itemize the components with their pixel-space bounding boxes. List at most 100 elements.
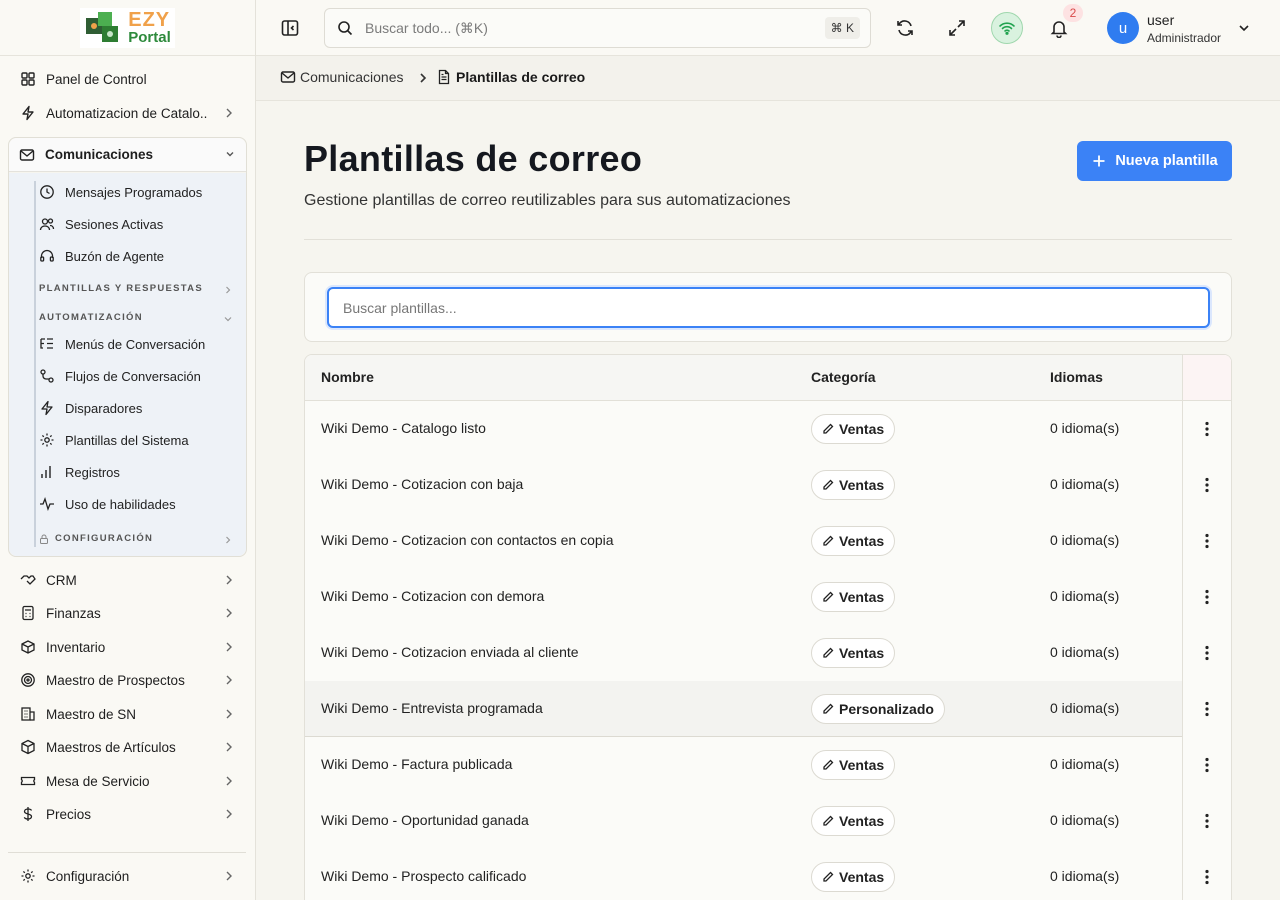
- sidebar-item-label: Uso de habilidades: [65, 496, 176, 512]
- global-search-input[interactable]: Buscar todo... (⌘K) ⌘ K: [324, 8, 871, 48]
- row-actions-button[interactable]: [1197, 475, 1217, 495]
- sidebar-item-label: Disparadores: [65, 400, 143, 416]
- column-header-categoria[interactable]: Categoría: [811, 369, 876, 385]
- table-row[interactable]: Wiki Demo - Factura publicada Ventas 0 idi…: [305, 737, 1182, 793]
- category-label: Ventas: [839, 645, 885, 661]
- sidebar-item-label: Panel de Control: [46, 71, 147, 87]
- sidebar-item-label: Maestro de Prospectos: [46, 672, 185, 688]
- sidebar-item-plantillas-del-sistema[interactable]: Plantillas del Sistema: [39, 426, 189, 454]
- section-plantillas-y-respuestas[interactable]: PLANTILLAS Y RESPUESTAS: [39, 283, 203, 294]
- sidebar-item-label: Maestro de SN: [46, 706, 137, 722]
- sidebar-item-label: Plantillas del Sistema: [65, 432, 189, 448]
- new-template-button[interactable]: Nueva plantilla: [1077, 141, 1232, 181]
- cube-icon: [20, 739, 36, 755]
- breadcrumb-label: Comunicaciones: [300, 69, 404, 85]
- section-configuracion[interactable]: CONFIGURACIÓN: [55, 533, 153, 544]
- table-row[interactable]: Wiki Demo - Entrevista programada Persona…: [305, 681, 1182, 737]
- chevron-right-icon: [222, 284, 234, 296]
- fullscreen-button[interactable]: [941, 12, 973, 44]
- users-icon: [39, 216, 55, 232]
- sidebar-item-crm[interactable]: CRM: [8, 565, 246, 595]
- template-name[interactable]: Wiki Demo - Entrevista programada: [321, 700, 543, 716]
- sidebar-group-header[interactable]: Comunicaciones: [9, 138, 246, 172]
- refresh-icon: [895, 18, 915, 38]
- languages-count: 0 idioma(s): [1050, 644, 1120, 660]
- gear-icon: [20, 868, 36, 884]
- sidebar-item-mesa-de-servicio[interactable]: Mesa de Servicio: [8, 766, 246, 796]
- template-search-input[interactable]: Buscar plantillas...: [327, 287, 1210, 328]
- sidebar-item-uso-de-habilidades[interactable]: Uso de habilidades: [39, 490, 176, 518]
- sidebar-item-label: Precios: [46, 806, 92, 822]
- chevron-down-icon[interactable]: [1236, 20, 1252, 36]
- section-automatizacion[interactable]: AUTOMATIZACIÓN: [39, 312, 143, 323]
- row-actions-button[interactable]: [1197, 643, 1217, 663]
- logo[interactable]: EZY Portal: [0, 0, 255, 56]
- row-actions-button[interactable]: [1197, 867, 1217, 887]
- column-header-nombre[interactable]: Nombre: [321, 369, 374, 385]
- toggle-sidebar-button[interactable]: [274, 12, 306, 44]
- sidebar-item-flujos-de-conversacion[interactable]: Flujos de Conversación: [39, 362, 201, 390]
- row-actions-button[interactable]: [1197, 811, 1217, 831]
- more-vertical-icon: [1205, 869, 1209, 885]
- template-name[interactable]: Wiki Demo - Cotizacion con contactos en …: [321, 532, 614, 548]
- sidebar-item-sesiones-activas[interactable]: Sesiones Activas: [39, 210, 163, 238]
- user-name[interactable]: user: [1147, 12, 1174, 28]
- sidebar-item-automatizacion[interactable]: Automatizacion de Catalo..: [8, 98, 246, 128]
- table-row[interactable]: Wiki Demo - Catalogo listo Ventas 0 idioma…: [305, 401, 1182, 457]
- template-name[interactable]: Wiki Demo - Cotizacion enviada al client…: [321, 644, 579, 660]
- sidebar-item-maestro-de-prospectos[interactable]: Maestro de Prospectos: [8, 665, 246, 695]
- notification-badge: 2: [1063, 4, 1083, 22]
- sidebar-item-maestros-de-articulos[interactable]: Maestros de Artículos: [8, 732, 246, 762]
- avatar[interactable]: u: [1107, 12, 1139, 44]
- connection-status-button[interactable]: [991, 12, 1023, 44]
- row-actions-button[interactable]: [1197, 587, 1217, 607]
- template-name[interactable]: Wiki Demo - Oportunidad ganada: [321, 812, 529, 828]
- category-label: Ventas: [839, 589, 885, 605]
- table-row[interactable]: Wiki Demo - Prospecto calificado Ventas 0 …: [305, 849, 1182, 900]
- building-icon: [20, 706, 36, 722]
- box-icon: [20, 639, 36, 655]
- sidebar-toggle-icon: [280, 18, 300, 38]
- template-name[interactable]: Wiki Demo - Cotizacion con demora: [321, 588, 544, 604]
- category-badge: Personalizado: [811, 694, 945, 724]
- sidebar-item-configuracion[interactable]: Configuración: [8, 861, 246, 891]
- row-actions-button[interactable]: [1197, 419, 1217, 439]
- chevron-right-icon: [222, 640, 236, 654]
- row-actions-button[interactable]: [1197, 531, 1217, 551]
- chevron-right-icon: [222, 673, 236, 687]
- row-actions-button[interactable]: [1197, 755, 1217, 775]
- template-name[interactable]: Wiki Demo - Cotizacion con baja: [321, 476, 523, 492]
- template-name[interactable]: Wiki Demo - Factura publicada: [321, 756, 512, 772]
- sidebar: EZY Portal Panel de Control Automatizaci…: [0, 0, 256, 900]
- template-name[interactable]: Wiki Demo - Catalogo listo: [321, 420, 486, 436]
- category-badge: Ventas: [811, 470, 896, 500]
- sidebar-item-mensajes-programados[interactable]: Mensajes Programados: [39, 178, 202, 206]
- gear-icon: [39, 432, 55, 448]
- breadcrumb-item-comunicaciones[interactable]: Comunicaciones: [280, 69, 404, 85]
- sidebar-item-finanzas[interactable]: Finanzas: [8, 598, 246, 628]
- sidebar-item-menus-de-conversacion[interactable]: Menús de Conversación: [39, 330, 205, 358]
- template-name[interactable]: Wiki Demo - Prospecto calificado: [321, 868, 526, 884]
- sidebar-item-panel-de-control[interactable]: Panel de Control: [8, 64, 246, 94]
- table-row[interactable]: Wiki Demo - Cotizacion con demora Ventas 0…: [305, 569, 1182, 625]
- page-subtitle: Gestione plantillas de correo reutilizab…: [304, 192, 791, 209]
- sidebar-item-precios[interactable]: Precios: [8, 799, 246, 829]
- category-badge: Ventas: [811, 750, 896, 780]
- table-row[interactable]: Wiki Demo - Cotizacion con contactos en …: [305, 513, 1182, 569]
- bell-icon: [1049, 18, 1069, 38]
- sidebar-item-registros[interactable]: Registros: [39, 458, 120, 486]
- table-row[interactable]: Wiki Demo - Cotizacion con baja Ventas 0 i…: [305, 457, 1182, 513]
- sidebar-item-label: Mensajes Programados: [65, 184, 203, 200]
- sidebar-item-inventario[interactable]: Inventario: [8, 632, 246, 662]
- templates-table: Nombre Categoría Idiomas Wiki Demo - Cat…: [304, 354, 1232, 900]
- sidebar-item-maestro-de-sn[interactable]: Maestro de SN: [8, 699, 246, 729]
- row-actions-button[interactable]: [1197, 699, 1217, 719]
- sidebar-item-disparadores[interactable]: Disparadores: [39, 394, 142, 422]
- sidebar-item-buzon-de-agente[interactable]: Buzón de Agente: [39, 242, 164, 270]
- pencil-icon: [822, 759, 834, 771]
- table-row[interactable]: Wiki Demo - Cotizacion enviada al client…: [305, 625, 1182, 681]
- table-row[interactable]: Wiki Demo - Oportunidad ganada Ventas 0 id…: [305, 793, 1182, 849]
- column-header-idiomas[interactable]: Idiomas: [1050, 369, 1103, 385]
- refresh-button[interactable]: [889, 12, 921, 44]
- chevron-right-icon: [222, 106, 236, 120]
